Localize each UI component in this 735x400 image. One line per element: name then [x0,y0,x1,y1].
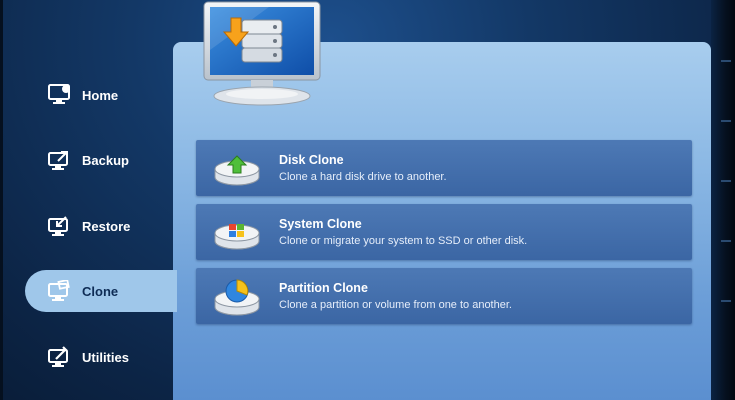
sidebar-item-utilities[interactable]: Utilities [25,336,175,378]
sidebar-item-restore[interactable]: Restore [25,205,175,247]
sidebar-item-label: Clone [82,283,119,299]
sidebar-item-label: Home [82,87,119,103]
option-title: Disk Clone [279,153,344,167]
sidebar-item-home[interactable]: Home [25,74,175,116]
system-clone-icon [212,210,262,254]
option-title: Partition Clone [279,281,368,295]
sidebar-item-clone[interactable]: Clone [25,270,177,312]
window-frame-right [711,0,735,400]
disk-clone-option[interactable]: Disk Clone Clone a hard disk drive to an… [196,140,692,196]
option-description: Clone or migrate your system to SSD or o… [279,235,528,247]
option-description: Clone a partition or volume from one to … [279,299,512,311]
system-clone-option[interactable]: System Clone Clone or migrate your syste… [196,204,692,260]
sidebar-item-label: Backup [82,152,129,168]
partition-clone-icon [212,274,262,318]
option-description: Clone a hard disk drive to another. [279,171,447,183]
sidebar: Home Backup Restore Clone Utilities [0,58,177,400]
partition-clone-option[interactable]: Partition Clone Clone a partition or vol… [196,268,692,324]
sidebar-item-label: Utilities [82,349,129,365]
sidebar-item-label: Restore [82,218,131,234]
disk-clone-icon [212,146,262,190]
monitor-with-drives-icon [199,0,325,110]
sidebar-item-backup[interactable]: Backup [25,139,175,181]
clone-monitor-icon [45,276,75,306]
backup-monitor-icon [45,145,75,175]
utilities-monitor-icon [45,342,75,372]
home-monitor-icon [45,80,75,110]
restore-monitor-icon [45,211,75,241]
option-title: System Clone [279,217,362,231]
